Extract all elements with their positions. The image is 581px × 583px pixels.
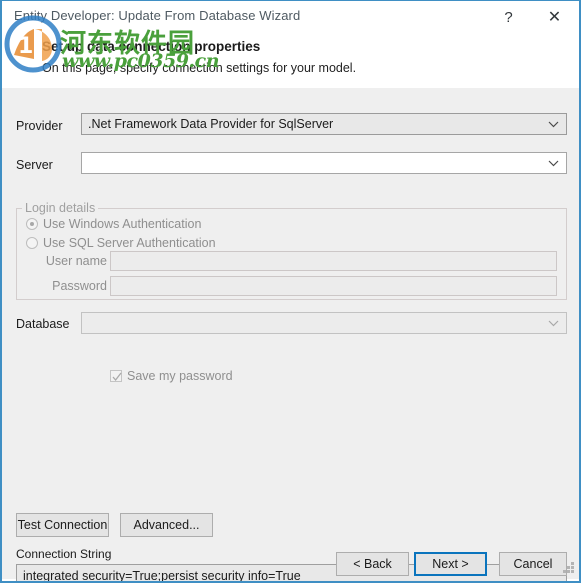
back-button[interactable]: < Back	[336, 552, 409, 576]
provider-combobox[interactable]: .Net Framework Data Provider for SqlServ…	[81, 113, 567, 135]
next-button[interactable]: Next >	[414, 552, 487, 576]
title-bar: Entity Developer: Update From Database W…	[2, 1, 579, 34]
provider-label: Provider	[16, 119, 63, 133]
database-label: Database	[16, 317, 70, 331]
chevron-down-icon	[545, 153, 561, 173]
window-title: Entity Developer: Update From Database W…	[14, 8, 301, 23]
database-combobox[interactable]	[81, 312, 567, 334]
chevron-down-icon	[545, 114, 561, 134]
radio-use-windows-authentication[interactable]: Use Windows Authentication	[26, 217, 201, 231]
wizard-window: Entity Developer: Update From Database W…	[0, 0, 581, 583]
advanced-button[interactable]: Advanced...	[120, 513, 213, 537]
radio-label: Use Windows Authentication	[43, 217, 202, 231]
provider-value: .Net Framework Data Provider for SqlServ…	[88, 117, 334, 131]
checkbox-label: Save my password	[127, 369, 233, 383]
radio-indicator	[26, 218, 38, 230]
checkbox-indicator	[110, 370, 122, 382]
radio-use-sql-server-authentication[interactable]: Use SQL Server Authentication	[26, 236, 216, 250]
user-name-label: User name	[45, 254, 107, 268]
connection-string-label: Connection String	[16, 547, 112, 561]
wizard-body: Provider .Net Framework Data Provider fo…	[2, 88, 579, 581]
server-combobox[interactable]	[81, 152, 567, 174]
help-icon[interactable]: ?	[486, 1, 531, 34]
page-title: Set up data connection properties	[42, 39, 261, 54]
cancel-button[interactable]: Cancel	[499, 552, 567, 576]
resize-grip[interactable]	[562, 562, 575, 575]
radio-indicator	[26, 237, 38, 249]
page-subtitle: On this page, specify connection setting…	[42, 61, 357, 75]
wizard-header: Set up data connection properties On thi…	[2, 34, 579, 89]
test-connection-button[interactable]: Test Connection	[16, 513, 109, 537]
password-input[interactable]	[110, 276, 557, 296]
user-name-input[interactable]	[110, 251, 557, 271]
close-icon[interactable]: ✕	[532, 1, 577, 34]
password-label: Password	[52, 279, 107, 293]
server-label: Server	[16, 158, 53, 172]
save-my-password-checkbox[interactable]: Save my password	[110, 369, 233, 383]
chevron-down-icon	[545, 313, 561, 333]
connection-string-value: integrated security=True;persist securit…	[23, 569, 301, 583]
login-details-legend: Login details	[22, 201, 99, 215]
radio-label: Use SQL Server Authentication	[43, 236, 216, 250]
